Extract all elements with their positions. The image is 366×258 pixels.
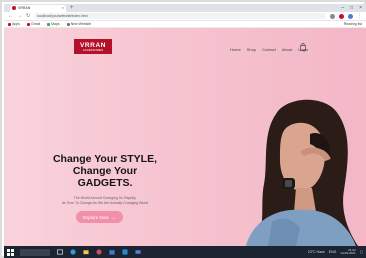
tab-bar: VRRAN × + – □ × xyxy=(4,4,366,12)
close-tab-icon[interactable]: × xyxy=(62,6,64,10)
bookmark-item[interactable]: Apps xyxy=(8,22,20,26)
store-icon[interactable] xyxy=(108,249,115,256)
web-page: VRRAN ACCESSORIES Home Shop Contact Abou… xyxy=(4,28,366,246)
hero-heading-line2: Change Your GADGETS. xyxy=(72,165,138,189)
extension-icon[interactable] xyxy=(339,13,344,19)
language-indicator[interactable]: ENG xyxy=(329,250,337,254)
bookmark-item[interactable]: Gmail xyxy=(26,22,40,26)
nav-home[interactable]: Home xyxy=(230,47,241,52)
url-input[interactable]: localhost/yourwebsite/index.html xyxy=(34,13,326,19)
arrow-right-icon: → xyxy=(111,214,117,220)
chrome-icon[interactable] xyxy=(95,249,102,256)
site-nav: Home Shop Contact About Login xyxy=(230,47,308,52)
hero-text-block: Change Your STYLE, Change Your GADGETS. … xyxy=(44,153,166,206)
tab-favicon-icon xyxy=(12,6,16,10)
bookmark-item[interactable]: New Website xyxy=(66,22,91,26)
back-icon[interactable]: ← xyxy=(8,13,13,19)
site-logo[interactable]: VRRAN ACCESSORIES xyxy=(74,39,112,54)
nav-shop[interactable]: Shop xyxy=(247,47,256,52)
hero-subtext-line2: Its Time To Change As We Are Actually Ch… xyxy=(61,201,149,205)
maps-icon xyxy=(47,22,51,26)
address-bar: ← → ↻ localhost/yourwebsite/index.html ⋮ xyxy=(4,12,366,21)
nav-contact[interactable]: Contact xyxy=(262,47,276,52)
gmail-icon xyxy=(26,22,30,26)
url-text: localhost/yourwebsite/index.html xyxy=(37,14,88,18)
clock-date: 14-09-2021 xyxy=(340,251,356,255)
hero-model-image xyxy=(246,99,358,246)
website-icon xyxy=(66,22,70,26)
taskbar-search[interactable] xyxy=(20,248,50,256)
tab-title: VRRAN xyxy=(18,6,31,10)
weather-text[interactable]: 23°C Haze xyxy=(308,250,325,254)
reading-list[interactable]: Reading list xyxy=(344,22,362,26)
forward-icon[interactable]: → xyxy=(17,13,22,19)
edge-icon[interactable] xyxy=(69,249,76,256)
task-view-icon[interactable] xyxy=(56,249,63,256)
nav-about[interactable]: About xyxy=(282,47,292,52)
browser-tab[interactable]: VRRAN × xyxy=(10,4,66,12)
maximize-icon[interactable]: □ xyxy=(350,5,353,11)
notification-icon[interactable]: ▢ xyxy=(360,250,363,254)
vscode-icon[interactable] xyxy=(121,249,128,256)
system-tray: 23°C Haze ENG 21:04 14-09-2021 ▢ xyxy=(308,248,363,256)
explore-now-button[interactable]: Explore Now → xyxy=(76,211,123,223)
logo-sub-text: ACCESSORIES xyxy=(82,47,104,52)
cta-label: Explore Now xyxy=(82,214,109,220)
shopping-bag-icon[interactable] xyxy=(300,43,306,51)
browser-window: VRRAN × + – □ × ← → ↻ localhost/yourwebs… xyxy=(0,0,366,258)
clock[interactable]: 21:04 14-09-2021 xyxy=(340,248,356,256)
profile-icon[interactable] xyxy=(348,13,353,19)
site-header: VRRAN ACCESSORIES Home Shop Contact Abou… xyxy=(4,28,366,72)
apps-icon xyxy=(8,22,11,26)
bookmark-item[interactable]: Maps xyxy=(47,22,60,26)
menu-icon[interactable]: ⋮ xyxy=(357,13,362,19)
star-icon[interactable] xyxy=(330,13,335,19)
reload-icon[interactable]: ↻ xyxy=(26,13,30,19)
file-explorer-icon[interactable] xyxy=(82,249,89,256)
windows-start-icon[interactable] xyxy=(7,248,14,256)
hero-heading-line1: Change Your STYLE, xyxy=(52,153,158,165)
new-tab-icon[interactable]: + xyxy=(70,5,74,11)
window-controls: – □ × xyxy=(341,5,362,11)
bookmarks-bar: Apps Gmail Maps New Website Reading list xyxy=(4,21,366,28)
close-window-icon[interactable]: × xyxy=(359,5,362,11)
taskbar: 23°C Haze ENG 21:04 14-09-2021 ▢ xyxy=(4,246,366,258)
mail-icon[interactable] xyxy=(134,249,141,256)
minimize-icon[interactable]: – xyxy=(341,5,344,11)
